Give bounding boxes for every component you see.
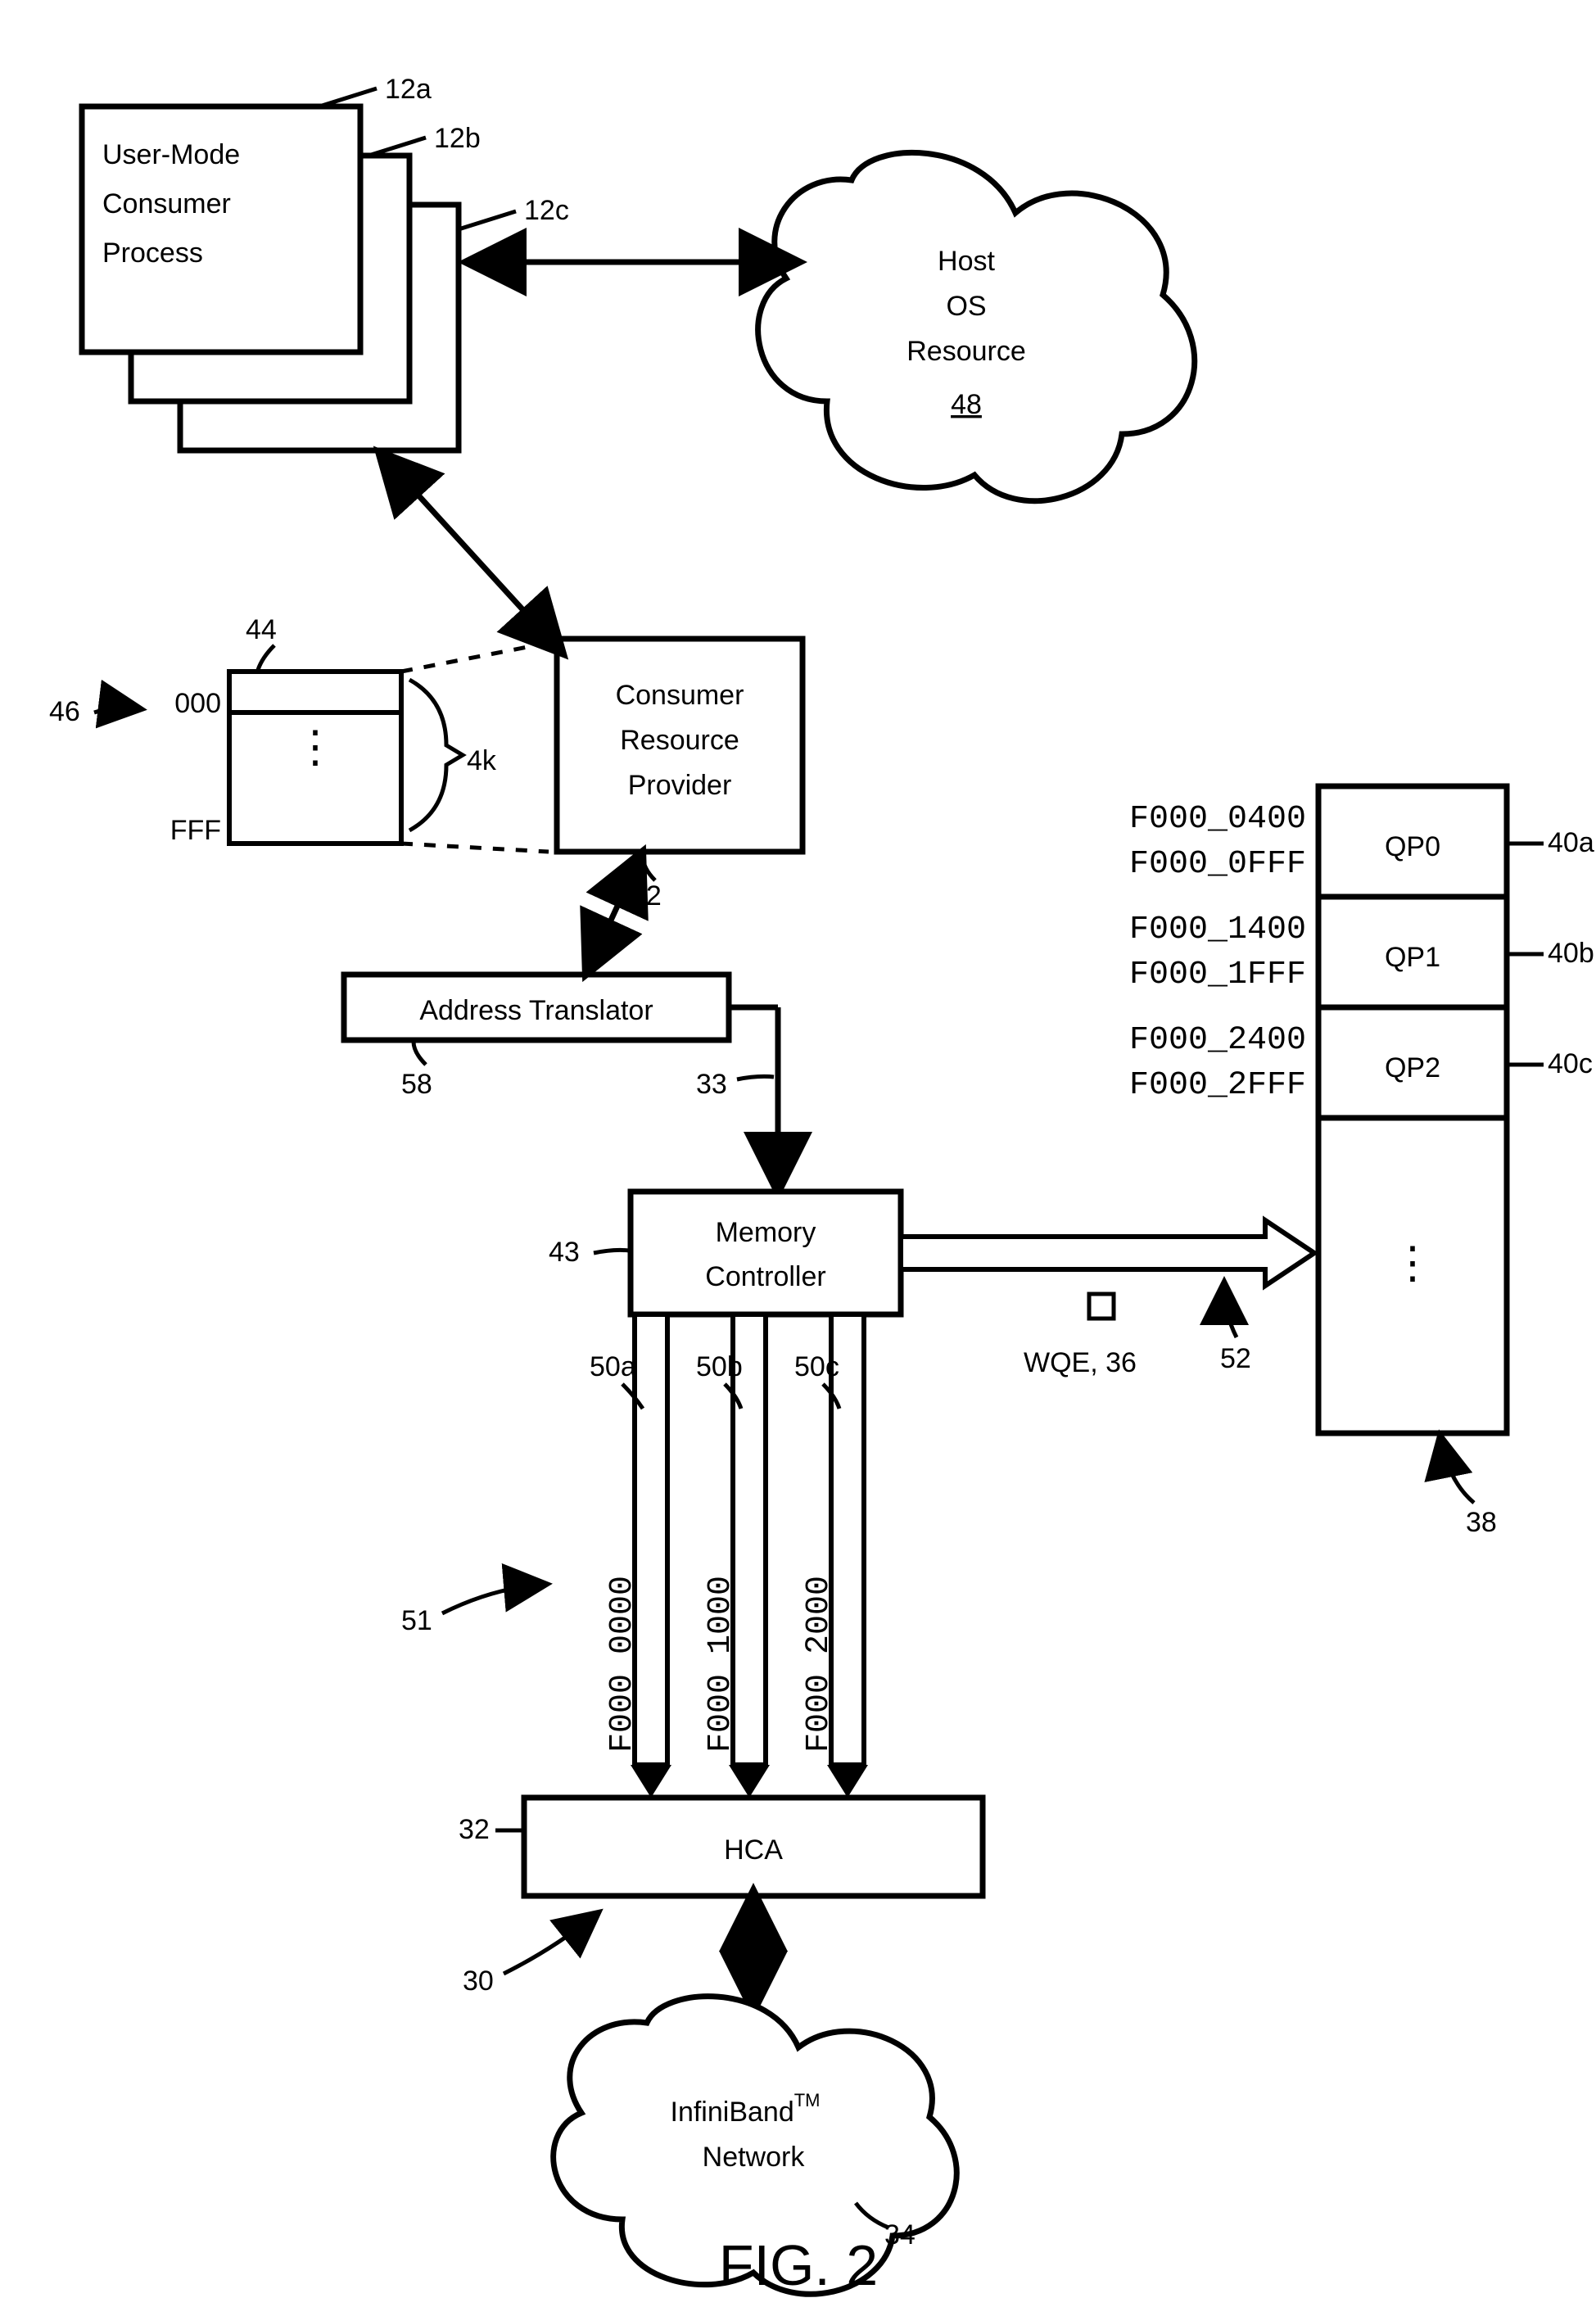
ref-42: 42: [631, 880, 662, 912]
qp2-a0: F000_2400: [1129, 1022, 1306, 1059]
host-os-l1: Host: [938, 246, 995, 277]
ref-50a: 50a: [590, 1351, 636, 1382]
ref-46: 46: [49, 696, 80, 727]
host-os-l3: Resource: [907, 336, 1026, 367]
addrtable-4k: 4k: [467, 745, 497, 776]
ref-51: 51: [401, 1605, 432, 1636]
ref-30: 30: [463, 1966, 494, 1997]
memctrl-to-qptable-arrow: [901, 1220, 1314, 1286]
ref-52: 52: [1220, 1343, 1251, 1374]
figure-caption: FIG. 2: [719, 2233, 878, 2297]
user-mode-consumer-process-stack: User-Mode Consumer Process: [82, 106, 459, 450]
address-translator-text: Address Translator: [419, 995, 653, 1026]
addrtable-000: 000: [174, 688, 221, 719]
qp1-a0: F000_1400: [1129, 912, 1306, 948]
svg-text:⋮: ⋮: [1390, 1242, 1435, 1291]
wqe-square: [1089, 1294, 1114, 1319]
ref-33: 33: [696, 1069, 727, 1100]
ref-12a: 12a: [385, 74, 432, 105]
ref-50c: 50c: [794, 1351, 839, 1382]
host-os-l2: OS: [946, 291, 986, 322]
addr-4k-table: 000 FFF ⋮: [170, 672, 401, 846]
usermode-text-l1: User-Mode: [102, 139, 240, 170]
arrow-crp-at: [590, 860, 639, 966]
wqe-label: WQE, 36: [1024, 1347, 1137, 1378]
memory-controller-box: [631, 1192, 901, 1314]
usermode-text-l2: Consumer: [102, 188, 231, 219]
addrtable-fff: FFF: [170, 815, 221, 846]
ref-44: 44: [246, 614, 277, 645]
ref-40c: 40c: [1548, 1048, 1593, 1079]
qp1-a1: F000_1FFF: [1129, 957, 1306, 993]
chan-addr-2: F000_2000: [801, 1576, 838, 1753]
ref-58: 58: [401, 1069, 432, 1100]
hca-text: HCA: [724, 1834, 783, 1866]
chan-addr-0: F000_0000: [604, 1576, 641, 1753]
ref-43: 43: [549, 1237, 580, 1268]
host-os-ref: 48: [951, 389, 982, 420]
arrow-usermode-crp: [385, 459, 557, 647]
qp1-label: QP1: [1385, 942, 1440, 973]
ref-40b: 40b: [1548, 938, 1594, 969]
qp0-a0: F000_0400: [1129, 801, 1306, 838]
ref-50b: 50b: [696, 1351, 743, 1382]
crp-l2: Resource: [620, 725, 739, 756]
qp0-a1: F000_0FFF: [1129, 846, 1306, 883]
ref-34: 34: [884, 2219, 916, 2251]
crp-l3: Provider: [628, 770, 732, 801]
usermode-text-l3: Process: [102, 237, 203, 269]
ref-12b: 12b: [434, 123, 481, 154]
infiniband-l2: Network: [703, 2142, 806, 2173]
qp2-a1: F000_2FFF: [1129, 1067, 1306, 1104]
qp2-label: QP2: [1385, 1052, 1440, 1083]
memctrl-l2: Controller: [705, 1261, 825, 1292]
ref-32: 32: [459, 1814, 490, 1845]
host-os-resource-cloud: Host OS Resource 48: [758, 152, 1195, 500]
qp-table: ⋮: [1318, 786, 1507, 1433]
chan-addr-1: F000_1000: [703, 1576, 739, 1753]
svg-text:⋮: ⋮: [293, 726, 337, 776]
ref-12c: 12c: [524, 195, 569, 226]
memctrl-l1: Memory: [716, 1217, 816, 1248]
qp0-label: QP0: [1385, 831, 1440, 862]
ref-38: 38: [1466, 1507, 1497, 1538]
diagram: User-Mode Consumer Process 12a 12b 12c H…: [0, 0, 1596, 2298]
crp-l1: Consumer: [616, 680, 744, 711]
ref-40a: 40a: [1548, 827, 1594, 858]
